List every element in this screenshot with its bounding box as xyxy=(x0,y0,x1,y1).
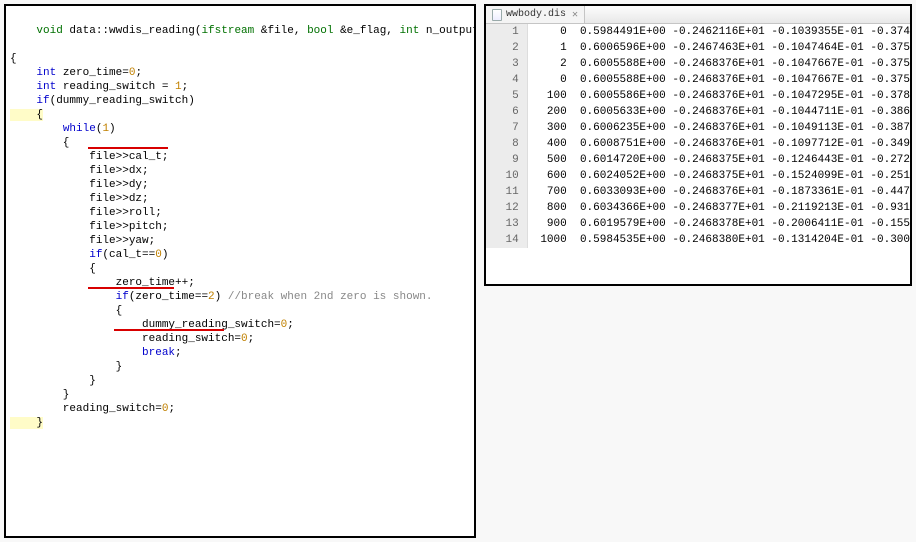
func-name: data::wwdis_reading xyxy=(69,25,194,37)
table-row: 6 200 0.6005633E+00 -0.2468376E+01 -0.10… xyxy=(486,104,910,120)
row-cells: 100 0.6005586E+00 -0.2468376E+01 -0.1047… xyxy=(528,88,910,104)
code-line: { xyxy=(10,304,474,318)
row-cells: 200 0.6005633E+00 -0.2468376E+01 -0.1044… xyxy=(528,104,910,120)
kw-bool: bool xyxy=(307,25,333,37)
code-line: reading_switch=0; xyxy=(10,332,474,346)
data-body[interactable]: 1 0 0.5984491E+00 -0.2462116E+01 -0.1039… xyxy=(486,24,910,284)
code-line: file>>dz; xyxy=(10,192,474,206)
table-row: 5 100 0.6005586E+00 -0.2468376E+01 -0.10… xyxy=(486,88,910,104)
code-line: } xyxy=(10,360,474,374)
red-underline-1 xyxy=(88,147,168,149)
code-line: zero_time++; xyxy=(10,276,474,290)
row-cells: 900 0.6019579E+00 -0.2468378E+01 -0.2006… xyxy=(528,216,910,232)
row-cells: 300 0.6006235E+00 -0.2468376E+01 -0.1049… xyxy=(528,120,910,136)
file-icon xyxy=(492,9,502,21)
line-number: 10 xyxy=(486,168,528,184)
code-line: file>>dy; xyxy=(10,178,474,192)
code-line: int zero_time=0; xyxy=(10,66,474,80)
kw-void: void xyxy=(36,25,62,37)
code-line: { xyxy=(10,108,474,122)
tab-wwbody[interactable]: wwbody.dis ✕ xyxy=(486,6,585,23)
line-number: 3 xyxy=(486,56,528,72)
code-line: { xyxy=(10,262,474,276)
code-line: file>>yaw; xyxy=(10,234,474,248)
code-line: { xyxy=(10,136,474,150)
code-line: } xyxy=(10,416,474,430)
row-cells: 600 0.6024052E+00 -0.2468375E+01 -0.1524… xyxy=(528,168,910,184)
tab-label: wwbody.dis xyxy=(506,9,566,20)
table-row: 9 500 0.6014720E+00 -0.2468375E+01 -0.12… xyxy=(486,152,910,168)
row-cells: 500 0.6014720E+00 -0.2468375E+01 -0.1246… xyxy=(528,152,910,168)
table-row: 12 800 0.6034366E+00 -0.2468377E+01 -0.2… xyxy=(486,200,910,216)
code-editor-panel: void data::wwdis_reading(ifstream &file,… xyxy=(4,4,476,538)
table-row: 11 700 0.6033093E+00 -0.2468376E+01 -0.1… xyxy=(486,184,910,200)
table-row: 2 1 0.6006596E+00 -0.2467463E+01 -0.1047… xyxy=(486,40,910,56)
row-cells: 2 0.6005588E+00 -0.2468376E+01 -0.104766… xyxy=(528,56,910,72)
table-row: 13 900 0.6019579E+00 -0.2468378E+01 -0.2… xyxy=(486,216,910,232)
row-cells: 0 0.6005588E+00 -0.2468376E+01 -0.104766… xyxy=(528,72,910,88)
row-cells: 700 0.6033093E+00 -0.2468376E+01 -0.1873… xyxy=(528,184,910,200)
code-line: if(dummy_reading_switch) xyxy=(10,94,474,108)
code-line-if-zt: if(zero_time==2) //break when 2nd zero i… xyxy=(10,290,474,304)
table-row: 4 0 0.6005588E+00 -0.2468376E+01 -0.1047… xyxy=(486,72,910,88)
code-line: break; xyxy=(10,346,474,360)
table-row: 14 1000 0.5984535E+00 -0.2468380E+01 -0.… xyxy=(486,232,910,248)
row-cells: 1000 0.5984535E+00 -0.2468380E+01 -0.131… xyxy=(528,232,910,248)
red-underline-2 xyxy=(88,287,174,289)
code-line: while(1) xyxy=(10,122,474,136)
row-cells: 400 0.6008751E+00 -0.2468376E+01 -0.1097… xyxy=(528,136,910,152)
table-row: 8 400 0.6008751E+00 -0.2468376E+01 -0.10… xyxy=(486,136,910,152)
code-line-if-cal-t: if(cal_t==0) xyxy=(10,248,474,262)
code-line: } xyxy=(10,388,474,402)
code-line: file>>dx; xyxy=(10,164,474,178)
code-line: dummy_reading_switch=0; xyxy=(10,318,474,332)
kw-ifstream: ifstream xyxy=(201,25,254,37)
line-number: 4 xyxy=(486,72,528,88)
line-number: 1 xyxy=(486,24,528,40)
code-comment: //break when 2nd zero is shown. xyxy=(228,291,433,303)
line-number: 6 xyxy=(486,104,528,120)
code-line-signature: void data::wwdis_reading(ifstream &file,… xyxy=(10,10,474,52)
close-icon[interactable]: ✕ xyxy=(570,9,578,21)
code-line: { xyxy=(10,52,474,66)
code-line: reading_switch=0; xyxy=(10,402,474,416)
code-line: file>>pitch; xyxy=(10,220,474,234)
tab-bar: wwbody.dis ✕ xyxy=(486,6,910,24)
table-row: 3 2 0.6005588E+00 -0.2468376E+01 -0.1047… xyxy=(486,56,910,72)
table-row: 7 300 0.6006235E+00 -0.2468376E+01 -0.10… xyxy=(486,120,910,136)
line-number: 13 xyxy=(486,216,528,232)
kw-int: int xyxy=(400,25,420,37)
line-number: 12 xyxy=(486,200,528,216)
line-number: 7 xyxy=(486,120,528,136)
code-line: } xyxy=(10,374,474,388)
code-line-cal-t: file>>cal_t; xyxy=(10,150,474,164)
row-cells: 1 0.6006596E+00 -0.2467463E+01 -0.104746… xyxy=(528,40,910,56)
red-underline-3 xyxy=(114,329,224,331)
code-line: int reading_switch = 1; xyxy=(10,80,474,94)
line-number: 5 xyxy=(486,88,528,104)
table-row: 10 600 0.6024052E+00 -0.2468375E+01 -0.1… xyxy=(486,168,910,184)
row-cells: 0 0.5984491E+00 -0.2462116E+01 -0.103935… xyxy=(528,24,910,40)
table-row: 1 0 0.5984491E+00 -0.2462116E+01 -0.1039… xyxy=(486,24,910,40)
line-number: 11 xyxy=(486,184,528,200)
line-number: 14 xyxy=(486,232,528,248)
code-line: file>>roll; xyxy=(10,206,474,220)
line-number: 8 xyxy=(486,136,528,152)
line-number: 9 xyxy=(486,152,528,168)
data-file-panel: wwbody.dis ✕ 1 0 0.5984491E+00 -0.246211… xyxy=(484,4,912,286)
line-number: 2 xyxy=(486,40,528,56)
row-cells: 800 0.6034366E+00 -0.2468377E+01 -0.2119… xyxy=(528,200,910,216)
